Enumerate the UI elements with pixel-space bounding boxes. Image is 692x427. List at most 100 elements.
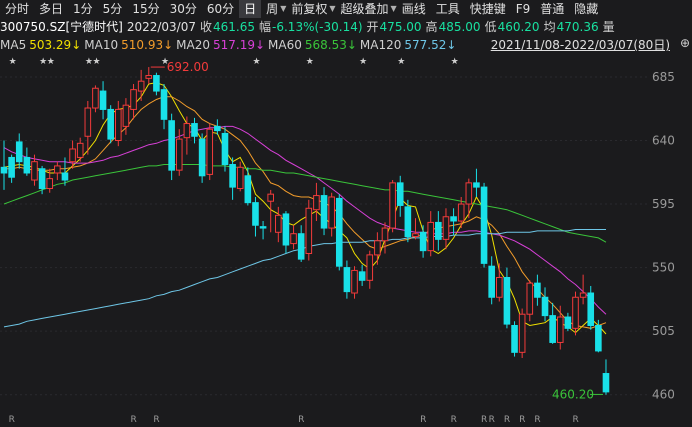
candle-body [183, 123, 191, 139]
candle-body [465, 182, 473, 205]
candle-body [99, 90, 107, 110]
toolbar-item-3[interactable]: 5分 [98, 0, 128, 18]
toolbar-item-10[interactable]: 超级叠加 [336, 0, 394, 18]
candle-body [579, 292, 587, 298]
candle[interactable] [206, 123, 214, 181]
candle-body [366, 254, 374, 281]
candle[interactable] [221, 126, 229, 172]
y-tick-label: 550 [652, 261, 675, 275]
event-star-icon: ★ [451, 57, 459, 67]
candle-body [518, 313, 526, 353]
toolbar-item-11[interactable]: 画线 [397, 0, 431, 18]
toolbar-item-9[interactable]: 前复权 [286, 0, 332, 18]
candle-body [267, 193, 274, 202]
toolbar-item-6[interactable]: 60分 [202, 0, 239, 18]
event-star-icon: ★ [47, 57, 55, 67]
candle-body [31, 161, 38, 181]
candle-body [0, 166, 8, 174]
candle-body [175, 138, 183, 171]
candle-body [115, 108, 122, 141]
candle[interactable] [480, 182, 488, 268]
candle-body [450, 216, 457, 222]
y-tick-label: 640 [652, 133, 675, 147]
high-label: 高 [425, 20, 438, 34]
toolbar-item-4[interactable]: 15分 [127, 0, 164, 18]
toolbar-item-0[interactable]: 分时 [0, 0, 34, 18]
candle-body [480, 186, 488, 264]
stock-code-name[interactable]: 300750.SZ[宁德时代] [0, 18, 123, 36]
rights-marker-label: R [131, 415, 137, 425]
candle[interactable] [335, 194, 343, 271]
candle-body [511, 325, 518, 353]
candle[interactable] [305, 199, 313, 261]
change-label: 幅 [259, 20, 272, 34]
candle-body [389, 182, 396, 229]
candle-body [244, 175, 252, 204]
candle-body [153, 75, 160, 92]
candle-body [206, 128, 214, 175]
rights-marker-label: R [489, 415, 495, 425]
candle[interactable] [92, 85, 99, 113]
avg-value: 470.36 [556, 20, 599, 34]
candle-body [374, 240, 381, 256]
candle[interactable] [107, 105, 114, 144]
candle-body [214, 125, 221, 132]
candle-body [275, 214, 282, 233]
event-star-icon: ★ [252, 57, 260, 67]
low-value: 460.20 [497, 20, 540, 34]
candle[interactable] [518, 308, 526, 358]
quote-info-bar: 300750.SZ[宁德时代] 2022/03/07 收 461.65 幅 -6… [0, 18, 692, 36]
rights-marker-label: R [504, 415, 510, 425]
candle-body [92, 87, 99, 109]
kline-chart[interactable]: 685640595550505460692.00460.20★ ★ ★ ★ ★ ★ ★ ★ ★ ★… [0, 54, 692, 427]
candle-body [84, 107, 92, 137]
range-control-icon[interactable]: ⊕ [680, 36, 690, 50]
candle-body [335, 197, 343, 267]
candle-body [328, 196, 335, 229]
toolbar-item-13[interactable]: 快捷键 [465, 0, 511, 18]
open-label: 开 [366, 20, 379, 34]
candle-body [602, 373, 610, 393]
date-range-link[interactable]: 2021/11/08-2022/03/07(80日) [491, 36, 670, 53]
toolbar-item-2[interactable]: 1分 [68, 0, 98, 18]
toolbar-item-7[interactable]: 日 [239, 0, 262, 18]
low-label: 低 [484, 20, 497, 34]
y-tick-label: 685 [652, 70, 675, 84]
candle-body [8, 156, 15, 178]
toolbar-item-1[interactable]: 多日 [34, 0, 68, 18]
candle[interactable] [511, 321, 518, 357]
avg-label: 均 [543, 20, 556, 34]
rights-marker-label: R [9, 415, 15, 425]
rights-marker-label: R [153, 415, 159, 425]
close-label: 收 [200, 20, 213, 34]
toolbar-item-12[interactable]: 工具 [431, 0, 465, 18]
candle-body [221, 132, 229, 166]
candle-body [412, 233, 419, 238]
candle-body [38, 168, 46, 190]
toolbar-item-15[interactable]: 普通 [535, 0, 569, 18]
candle[interactable] [198, 133, 206, 183]
toolbar-item-14[interactable]: F9 [511, 0, 536, 18]
candle-body [297, 233, 305, 260]
candle-body [236, 166, 244, 190]
candle[interactable] [389, 180, 396, 233]
rights-marker-label: R [420, 415, 426, 425]
ma20-value: 517.19↓ [212, 38, 266, 52]
toolbar-item-16[interactable]: 隐藏 [569, 0, 603, 18]
rights-marker-label: R [534, 415, 540, 425]
ma120-label: MA120 [359, 38, 402, 52]
candle[interactable] [587, 285, 595, 330]
candle-body [54, 165, 61, 174]
open-value: 475.00 [379, 20, 422, 34]
event-star-icon: ★ [306, 57, 314, 67]
high-annotation-label: 692.00 [167, 60, 209, 74]
candle-body [290, 233, 297, 245]
candle[interactable] [572, 291, 579, 336]
candle[interactable] [168, 113, 175, 181]
candle-body [435, 221, 442, 240]
event-star-icon: ★ [397, 57, 405, 67]
ma10-label: MA10 [84, 38, 119, 52]
candle-body [473, 182, 480, 188]
toolbar-item-5[interactable]: 30分 [165, 0, 202, 18]
event-star-icon: ★ [359, 57, 367, 67]
